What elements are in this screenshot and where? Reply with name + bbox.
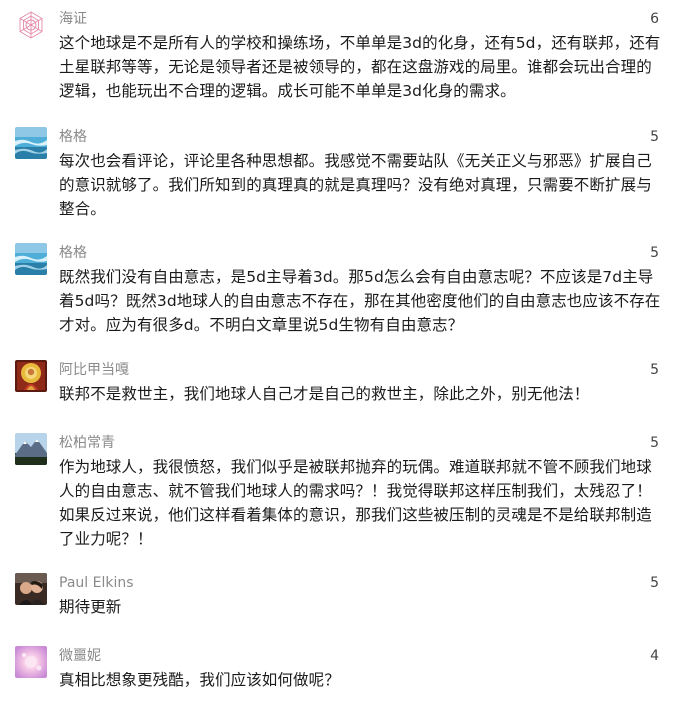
comment-text: 联邦不是救世主，我们地球人自己才是自己的救世主，除此之外，别无他法！ bbox=[59, 385, 590, 403]
mountain-avatar[interactable] bbox=[15, 433, 47, 465]
ocean-avatar[interactable] bbox=[15, 243, 47, 275]
person-avatar[interactable] bbox=[15, 573, 47, 605]
like-count[interactable]: 5 bbox=[650, 128, 659, 146]
geometric-flower-icon[interactable] bbox=[15, 9, 47, 41]
like-count[interactable]: 5 bbox=[650, 434, 659, 452]
like-count[interactable]: 6 bbox=[650, 10, 659, 28]
like-count[interactable]: 5 bbox=[650, 361, 659, 379]
commenter-name[interactable]: 松柏常青 bbox=[59, 434, 115, 452]
like-count[interactable]: 5 bbox=[650, 244, 659, 262]
comment-text: 这个地球是不是所有人的学校和操练场，不单单是3d的化身，还有5d，还有联邦，还有… bbox=[59, 34, 661, 100]
comment-text: 作为地球人，我很愤怒，我们似乎是被联邦抛弃的玩偶。难道联邦就不管不顾我们地球人的… bbox=[59, 458, 652, 548]
commenter-name[interactable]: Paul Elkins bbox=[59, 574, 134, 592]
like-count[interactable]: 5 bbox=[650, 574, 659, 592]
comment-text: 期待更新 bbox=[59, 598, 122, 616]
comment-text: 真相比想象更残酷，我们应该如何做呢？ bbox=[59, 671, 340, 689]
comment-text: 既然我们没有自由意志，是5d主导着3d。那5d怎么会有自由意志呢？不应该是7d主… bbox=[59, 268, 661, 334]
ocean-avatar[interactable] bbox=[15, 127, 47, 159]
commenter-name[interactable]: 微噩妮 bbox=[59, 647, 101, 665]
pink-glow-avatar[interactable] bbox=[15, 646, 47, 678]
commenter-name[interactable]: 阿比甲当嘎 bbox=[59, 361, 129, 379]
commenter-name[interactable]: 格格 bbox=[59, 128, 87, 146]
commenter-name[interactable]: 海证 bbox=[59, 10, 87, 28]
comment-text: 每次也会看评论，评论里各种思想都。我感觉不需要站队《无关正义与邪恶》扩展自己的意… bbox=[59, 152, 652, 218]
deity-avatar[interactable] bbox=[15, 360, 47, 392]
like-count[interactable]: 4 bbox=[650, 647, 659, 665]
commenter-name[interactable]: 格格 bbox=[59, 244, 87, 262]
